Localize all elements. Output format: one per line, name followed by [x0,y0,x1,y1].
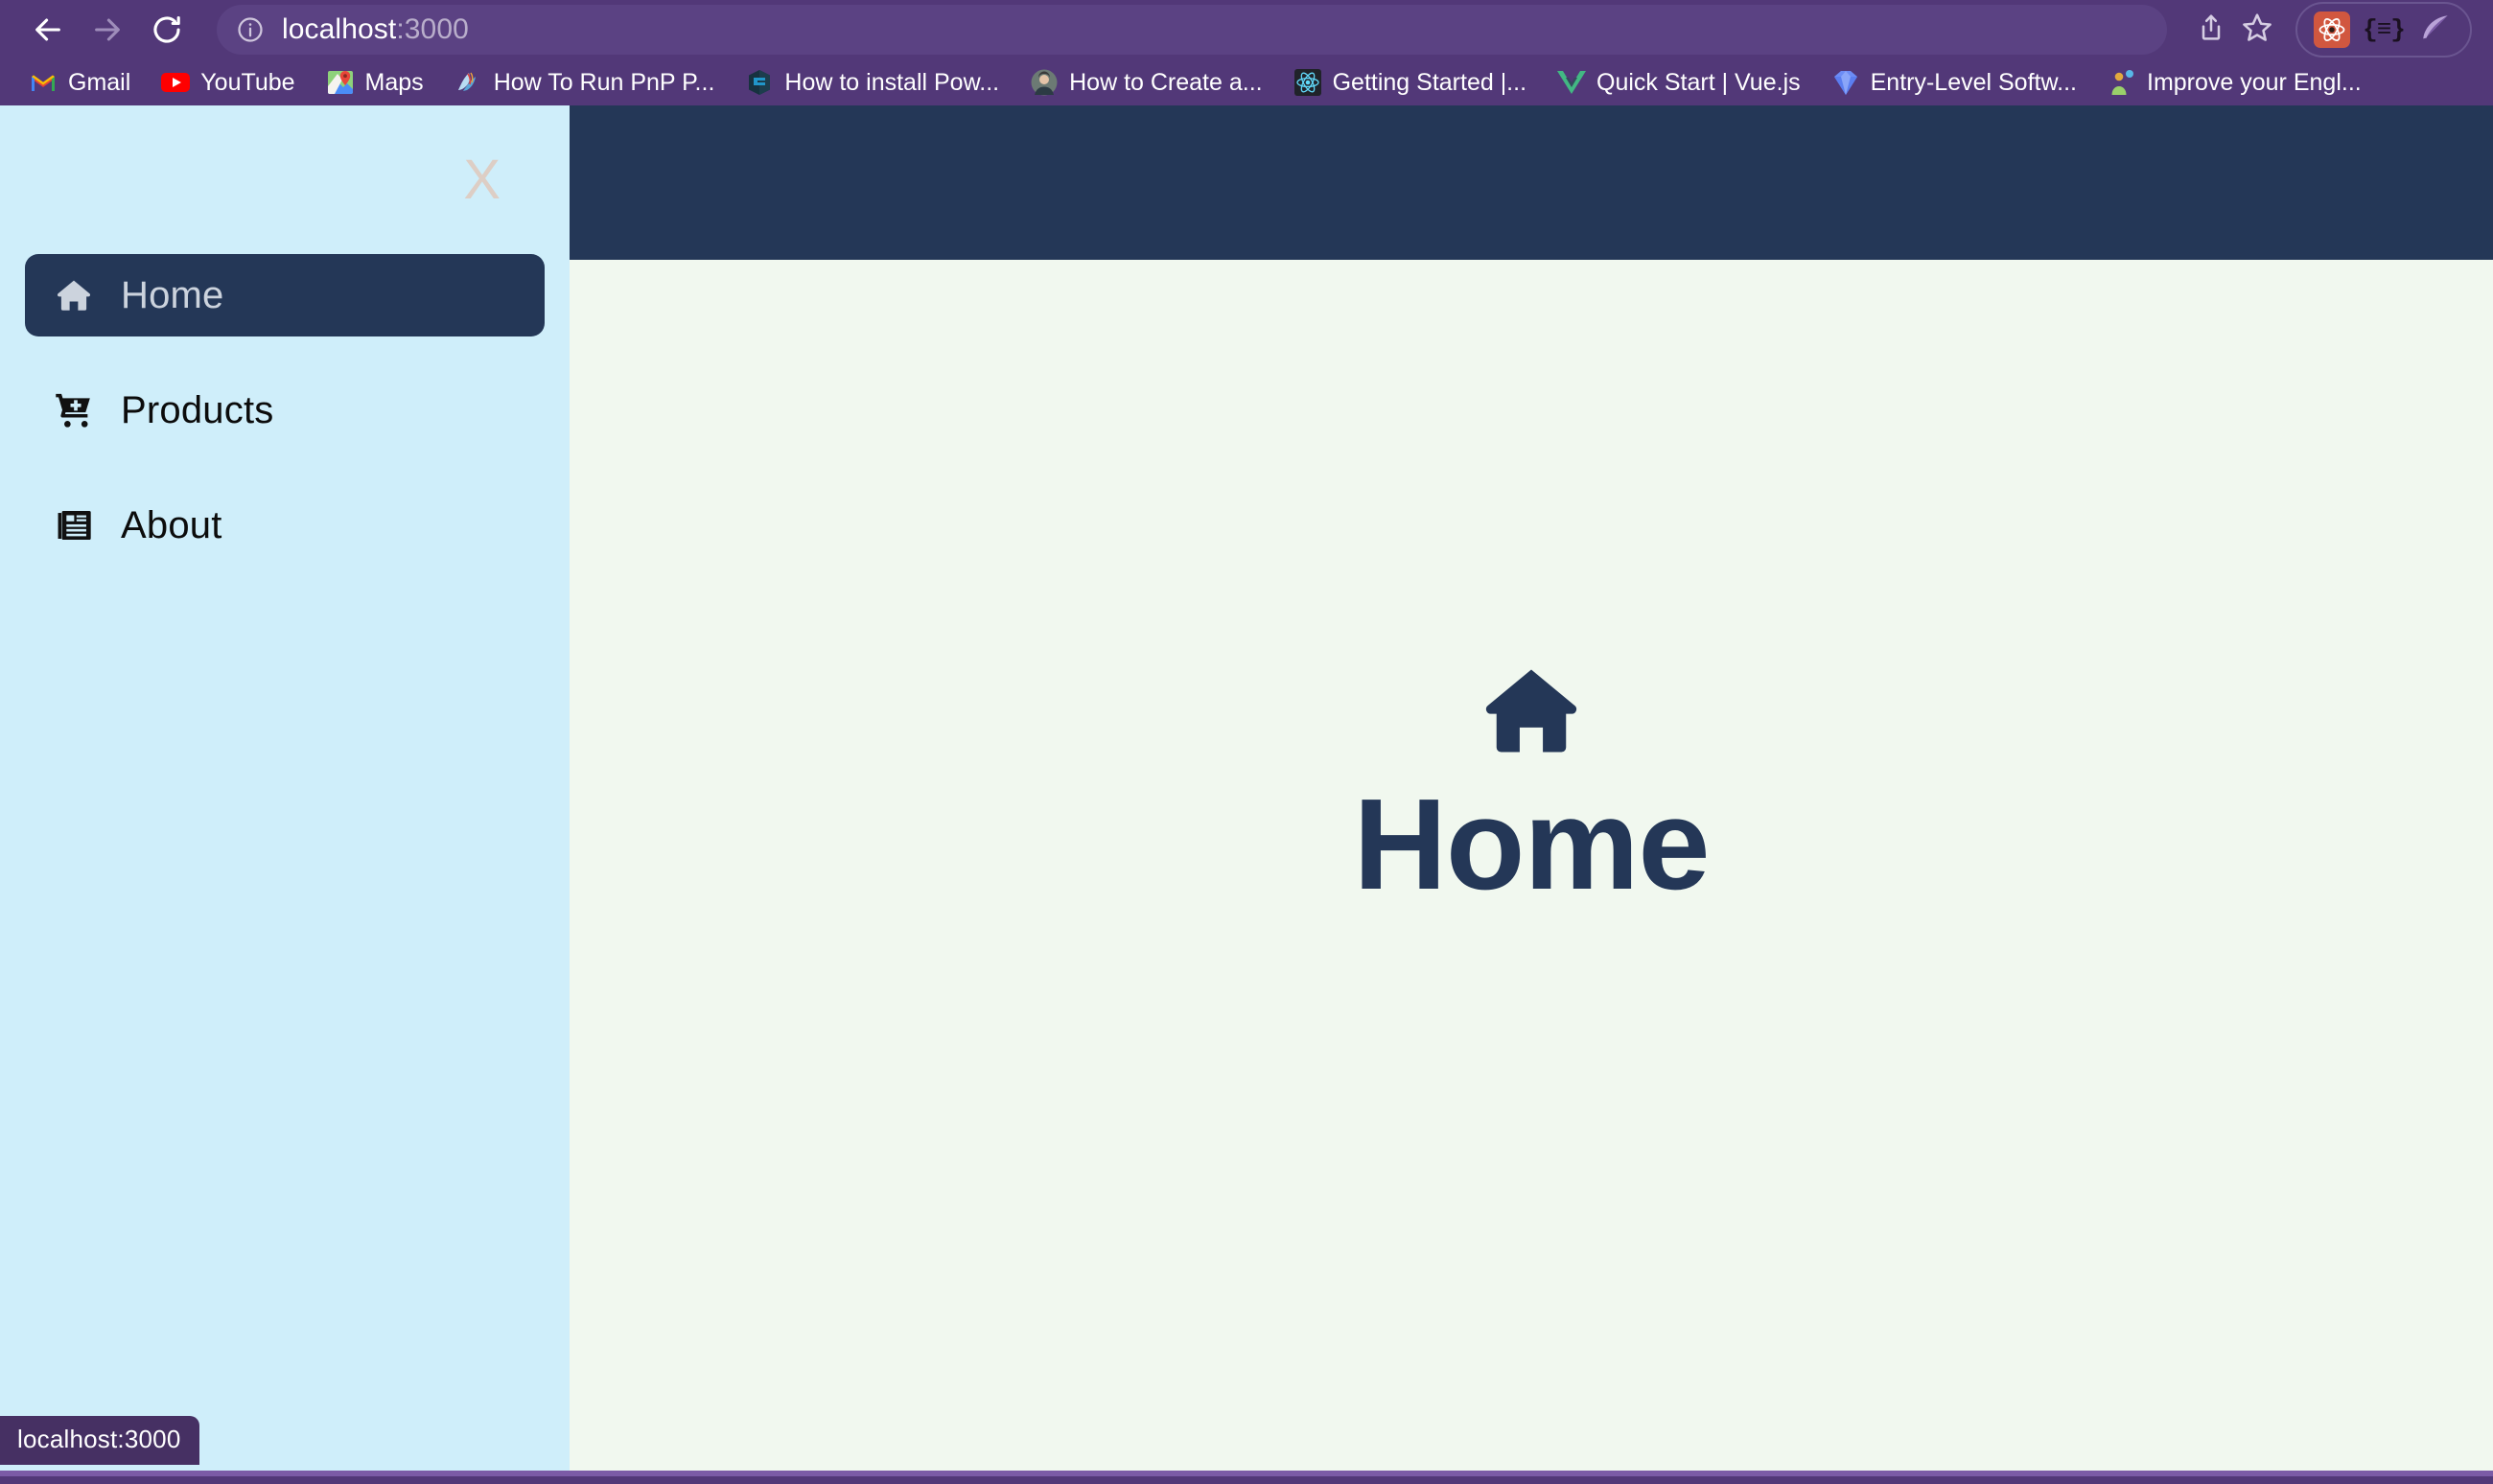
person-speak-icon [2108,68,2136,97]
status-bar: localhost:3000 [0,1416,200,1465]
extensions-group: {≡} [2295,2,2472,58]
sidebar-header: X [0,105,570,254]
bookmark-label: Quick Start | Vue.js [1596,68,1801,96]
json-formatter-extension[interactable]: {≡} [2363,9,2406,51]
arrow-right-icon [91,13,124,46]
info-circle-icon[interactable] [236,15,265,44]
bookmark-entry-level-software[interactable]: Entry-Level Softw... [1816,63,2092,102]
bookmark-vuejs[interactable]: Quick Start | Vue.js [1542,63,1816,102]
bookmark-label: YouTube [200,68,295,96]
react-devtools-extension[interactable] [2311,9,2353,51]
pnp-powershell-icon [454,68,483,97]
content-column: Home [570,105,2493,1471]
powershell-icon [745,68,774,97]
url-port: :3000 [396,13,469,45]
browser-toolbar: localhost:3000 {≡} [0,0,2493,59]
gem-icon [1831,68,1860,97]
grammar-extension[interactable] [2414,9,2457,51]
bookmark-label: Entry-Level Softw... [1870,68,2077,96]
sidebar-item-products[interactable]: Products [25,369,545,452]
star-icon [2241,12,2273,49]
url-text: localhost:3000 [282,13,469,46]
page-title: Home [1353,772,1710,917]
article-icon [52,503,96,547]
arrow-left-icon [32,13,64,46]
bookmark-label: How to Create a... [1069,68,1263,96]
browser-chrome: localhost:3000 {≡} Gmail YouTube Maps Ho… [0,0,2493,105]
feather-quill-icon [2419,12,2452,49]
address-bar[interactable]: localhost:3000 [217,5,2167,55]
bookmark-improve-english[interactable]: Improve your Engl... [2092,63,2377,102]
sidebar-nav: Home Products About [0,254,570,567]
home-icon [52,273,96,317]
bookmark-youtube[interactable]: YouTube [146,63,310,102]
bookmark-label: How To Run PnP P... [493,68,715,96]
bookmark-how-to-create[interactable]: How to Create a... [1014,63,1277,102]
youtube-icon [161,68,191,97]
bookmark-install-powershell[interactable]: How to install Pow... [730,63,1014,102]
share-icon [2196,12,2226,48]
json-braces-icon: {≡} [2363,15,2406,44]
sidebar-item-label: Home [121,273,224,316]
url-host: localhost [282,13,397,45]
react-icon [1293,68,1322,97]
close-x-icon[interactable]: X [452,149,512,212]
bookmark-label: Maps [364,68,424,96]
bookmark-react-getting-started[interactable]: Getting Started |... [1278,63,1542,102]
bookmark-label: How to install Pow... [784,68,1000,96]
sidebar-item-about[interactable]: About [25,484,545,567]
app-header [570,105,2493,260]
back-button[interactable] [21,3,75,57]
sidebar-item-home[interactable]: Home [25,254,545,336]
bookmark-maps[interactable]: Maps [311,63,439,102]
bookmark-gmail[interactable]: Gmail [13,63,146,102]
vuejs-icon [1557,68,1587,97]
avatar-photo-icon [1030,68,1059,97]
add-to-cart-icon [52,388,96,432]
sidebar-item-label: About [121,503,222,546]
bookmark-pnp-powershell[interactable]: How To Run PnP P... [439,63,731,102]
page-viewport: X Home Products About Home localhost:300… [0,105,2493,1476]
toolbar-actions: {≡} [2190,2,2472,58]
bookmark-label: Gmail [68,68,131,96]
forward-button[interactable] [81,3,134,57]
bookmark-label: Improve your Engl... [2147,68,2362,96]
page-main: Home [570,260,2493,1471]
bookmark-button[interactable] [2236,9,2278,51]
bookmark-label: Getting Started |... [1332,68,1527,96]
react-atom-icon [2314,12,2350,48]
reload-icon [151,13,183,46]
share-button[interactable] [2190,9,2232,51]
sidebar-item-label: Products [121,388,274,431]
app-sidebar: X Home Products About [0,105,570,1471]
reload-button[interactable] [140,3,194,57]
maps-icon [326,68,355,97]
gmail-icon [29,68,58,97]
home-icon [1476,655,1587,771]
bookmarks-bar: Gmail YouTube Maps How To Run PnP P... H… [0,59,2493,105]
